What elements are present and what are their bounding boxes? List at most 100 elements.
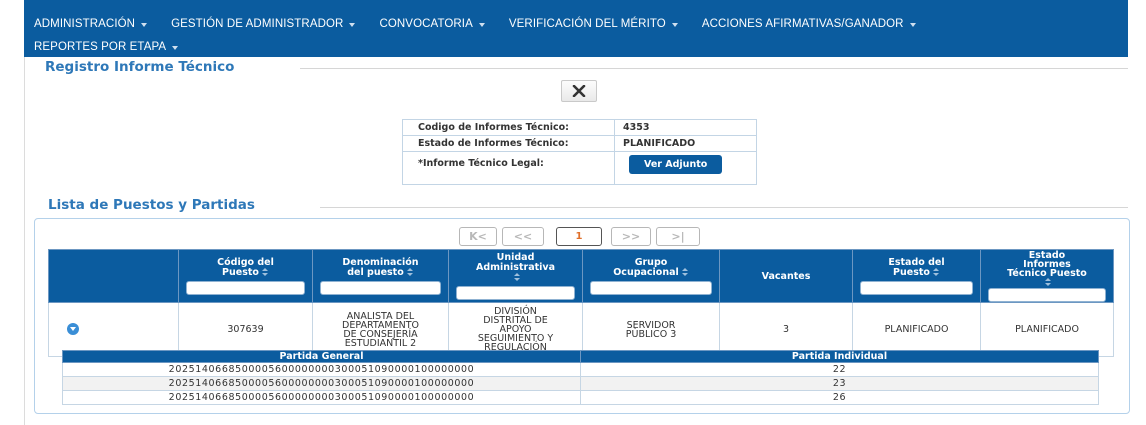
section-divider (300, 68, 1128, 69)
filter-unidad-input[interactable] (456, 286, 575, 300)
cell-line: ESTUDIANTIL 2 (344, 337, 417, 349)
codigo-label: Codigo de Informes Técnico: (402, 119, 615, 136)
col-expand-header (48, 249, 179, 303)
grupo-cell: SERVIDOR PÚBLICO 3 (582, 302, 720, 357)
header-line-sort: del puesto (315, 268, 446, 278)
caret-down-icon (478, 23, 485, 27)
pager-current-page[interactable]: 1 (556, 227, 602, 246)
header-line-sort: Puesto (181, 268, 310, 278)
col-estado-puesto-header[interactable]: Estado del Puesto (852, 249, 981, 303)
nav-item-label: CONVOCATORIA (379, 18, 473, 30)
caret-down-icon (172, 46, 179, 50)
filter-estado-puesto-input[interactable] (859, 281, 974, 295)
informe-info-table: Codigo de Informes Técnico: 4353 Estado … (402, 119, 757, 185)
filter-estado-informe-input[interactable] (988, 288, 1106, 302)
sort-icon[interactable] (681, 268, 689, 277)
sort-icon[interactable] (932, 268, 940, 277)
estado-label: Estado de Informes Técnico: (402, 135, 615, 152)
estado-informe-cell: PLANIFICADO (980, 302, 1114, 357)
header-line: Ocupacional (613, 267, 679, 278)
partida-individual-header: Partida Individual (580, 350, 1099, 363)
partida-general-cell: 2025140668500005600000000300051090000100… (62, 376, 581, 391)
header-line: Técnico Puesto (1007, 268, 1087, 279)
partida-general-header: Partida General (62, 350, 581, 363)
partida-general-cell: 2025140668500005600000000300051090000100… (62, 390, 581, 405)
estado-value: PLANIFICADO (614, 135, 757, 152)
pager-last-button[interactable]: >| (656, 227, 700, 246)
header-line: Administrativa (475, 262, 556, 273)
nav-item-verificacion-merito[interactable]: VERIFICACIÓN DEL MÉRITO (509, 18, 678, 30)
partidas-table: Partida General Partida Individual 20251… (62, 350, 1099, 405)
ver-adjunto-button[interactable]: Ver Adjunto (629, 155, 723, 174)
header-line: Vacantes (761, 271, 811, 282)
cell-line: PÚBLICO 3 (625, 328, 677, 340)
vacantes-cell: 3 (719, 302, 853, 357)
nav-item-label: ADMINISTRACIÓN (34, 18, 136, 30)
unidad-cell: DIVISIÓN DISTRITAL DE APOYO SEGUIMIENTO … (448, 302, 583, 357)
sort-icon[interactable] (513, 273, 521, 282)
nav-item-administracion[interactable]: ADMINISTRACIÓN (34, 18, 148, 30)
col-vacantes-header: Vacantes (719, 249, 853, 303)
partidas-header-row: Partida General Partida Individual (62, 350, 1099, 363)
col-denominacion-header[interactable]: Denominación del puesto (312, 249, 449, 303)
codigo-value: 4353 (614, 119, 757, 136)
col-estado-informe-header[interactable]: Estado Informes Técnico Puesto (980, 249, 1114, 303)
nav-item-label: ACCIONES AFIRMATIVAS/GANADOR (701, 18, 904, 30)
partida-row: 2025140668500005600000000300051090000100… (62, 362, 1099, 377)
close-x-icon (572, 85, 586, 97)
caret-down-icon (909, 23, 916, 27)
partida-row: 2025140668500005600000000300051090000100… (62, 376, 1099, 391)
left-border (24, 57, 25, 425)
close-button[interactable] (561, 80, 597, 102)
filter-denominacion-input[interactable] (320, 281, 441, 295)
nav-item-label: VERIFICACIÓN DEL MÉRITO (508, 18, 666, 30)
table-row[interactable]: 307639 ANALISTA DEL DEPARTAMENTO DE CONS… (48, 302, 1114, 357)
filter-codigo-input[interactable] (186, 281, 305, 295)
nav-item-label: REPORTES POR ETAPA (34, 41, 167, 53)
puestos-table: Código del Puesto Denominación del puest… (48, 249, 1114, 357)
sort-icon[interactable] (261, 268, 269, 277)
nav-item-label: GESTIÓN DE ADMINISTRADOR (171, 18, 344, 30)
pager-first-button[interactable]: K< (459, 227, 497, 246)
partida-row: 2025140668500005600000000300051090000100… (62, 390, 1099, 405)
header-line: del puesto (347, 267, 404, 278)
lista-section-title: Lista de Puestos y Partidas (48, 197, 265, 213)
nav-item-convocatoria[interactable]: CONVOCATORIA (379, 18, 485, 30)
col-codigo-header[interactable]: Código del Puesto (178, 249, 313, 303)
expand-cell (48, 302, 179, 357)
legal-cell: Ver Adjunto (614, 151, 757, 185)
nav-item-acciones-afirmativas[interactable]: ACCIONES AFIRMATIVAS/GANADOR (702, 18, 916, 30)
expand-row-icon[interactable] (67, 322, 79, 335)
nav-item-gestion-administrador[interactable]: GESTIÓN DE ADMINISTRADOR (171, 18, 356, 30)
estado-puesto-cell: PLANIFICADO (852, 302, 981, 357)
registro-section-title: Registro Informe Técnico (45, 59, 245, 75)
caret-down-icon (349, 23, 356, 27)
sort-icon[interactable] (1045, 278, 1052, 287)
col-grupo-header[interactable]: Grupo Ocupacional (582, 249, 720, 303)
header-line-sort (451, 273, 580, 283)
nav-row-1: ADMINISTRACIÓN GESTIÓN DE ADMINISTRADOR … (24, 13, 930, 35)
filter-grupo-input[interactable] (590, 281, 712, 295)
header-line-sort (983, 278, 1111, 287)
table-header-row: Código del Puesto Denominación del puest… (48, 249, 1114, 303)
pager-prev-button[interactable]: << (502, 227, 544, 246)
col-unidad-header[interactable]: Unidad Administrativa (448, 249, 583, 303)
pager-next-button[interactable]: >> (611, 227, 651, 246)
partida-individual-cell: 22 (580, 362, 1099, 377)
top-navbar: ADMINISTRACIÓN GESTIÓN DE ADMINISTRADOR … (24, 0, 1128, 57)
header-line: Puesto (893, 267, 930, 278)
header-line: Puesto (222, 267, 259, 278)
sort-icon[interactable] (406, 268, 414, 277)
partida-general-cell: 2025140668500005600000000300051090000100… (62, 362, 581, 377)
header-line-sort: Puesto (855, 268, 978, 278)
codigo-cell: 307639 (178, 302, 313, 357)
legal-label: *Informe Técnico Legal: (402, 151, 615, 185)
nav-item-reportes-etapa[interactable]: REPORTES POR ETAPA (34, 41, 179, 53)
partida-individual-cell: 26 (580, 390, 1099, 405)
caret-down-icon (671, 23, 678, 27)
denominacion-cell: ANALISTA DEL DEPARTAMENTO DE CONSEJERÍA … (312, 302, 449, 357)
nav-row-2: REPORTES POR ETAPA (24, 36, 192, 58)
header-line-sort: Ocupacional (585, 268, 717, 278)
partida-individual-cell: 23 (580, 376, 1099, 391)
section-divider (320, 207, 1128, 208)
